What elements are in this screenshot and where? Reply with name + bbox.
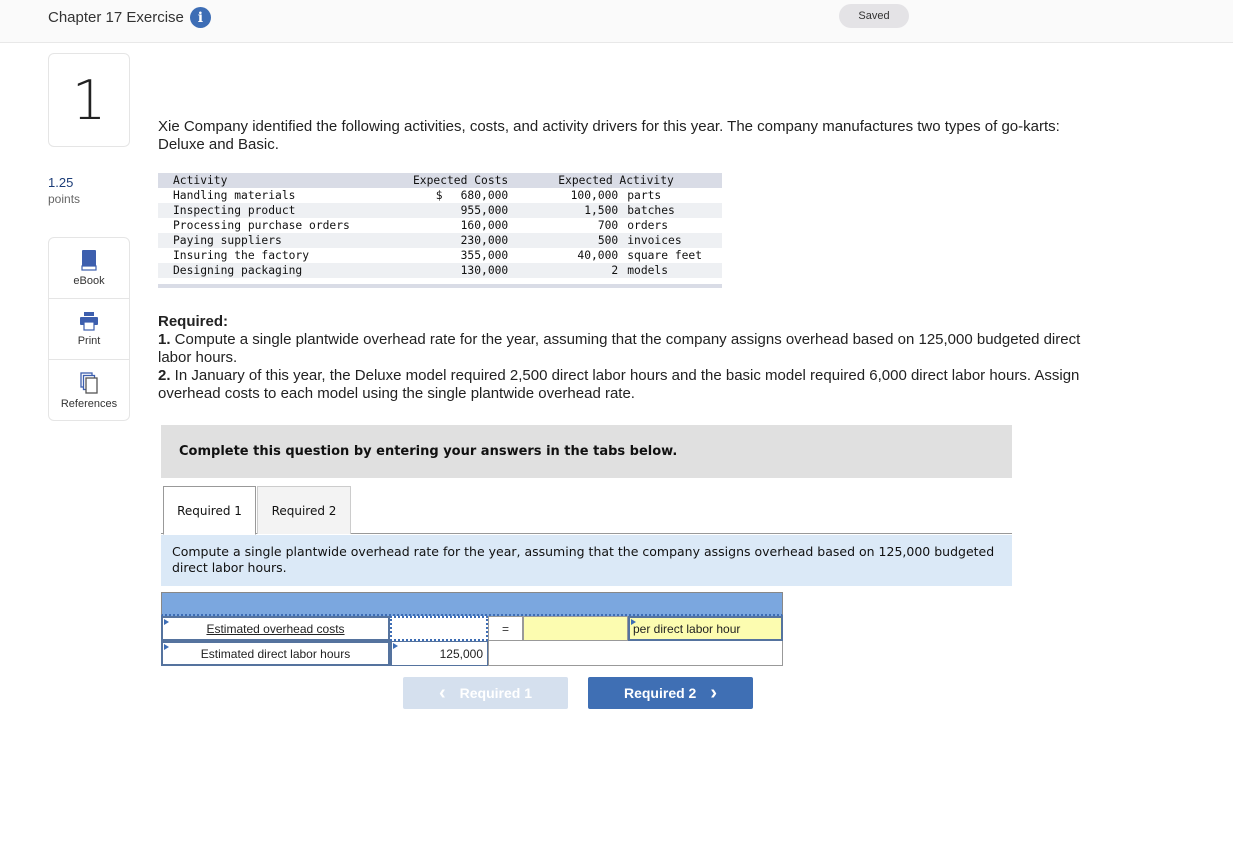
expected-activity-unit: models: [627, 264, 669, 277]
tab-prompt: Compute a single plantwide overhead rate…: [161, 535, 1012, 586]
saved-status-badge: Saved: [839, 4, 909, 28]
expected-cost: 160,000: [460, 219, 509, 232]
question-number: 1: [48, 53, 130, 147]
points-label: points: [48, 192, 81, 206]
overhead-rate-answer-input[interactable]: [523, 616, 628, 641]
expected-cost: 680,000: [460, 189, 509, 202]
points-value: 1.25: [48, 175, 74, 190]
expected-activity-unit: square feet: [627, 249, 703, 262]
expected-activity-unit: orders: [627, 219, 669, 232]
ebook-label: eBook: [73, 275, 105, 287]
activity-name: Handling materials: [173, 189, 296, 202]
estimated-direct-labor-hours-label[interactable]: Estimated direct labor hours: [161, 641, 390, 666]
assignment-title-text: Chapter 17 Exercise: [48, 9, 184, 26]
required-item-1: 1. Compute a single plantwide overhead r…: [158, 331, 1081, 366]
overhead-rate-worksheet: Estimated overhead costs = per direct la…: [161, 592, 783, 666]
estimated-overhead-costs-label[interactable]: Estimated overhead costs: [161, 616, 390, 641]
activity-cost-table: Activity Expected Costs Expected Activit…: [158, 173, 722, 288]
expected-cost: 130,000: [460, 264, 509, 277]
expected-activity-qty: 100,000: [570, 189, 619, 202]
required-item-2: 2. In January of this year, the Deluxe m…: [158, 367, 1080, 402]
tab-required-1[interactable]: Required 1: [163, 486, 256, 535]
table-row: Handling materials $ 680,000 100,000 par…: [158, 188, 722, 203]
references-button[interactable]: References: [49, 360, 129, 421]
book-icon: [81, 250, 97, 271]
currency-symbol: [413, 263, 443, 278]
activity-name: Insuring the factory: [173, 249, 310, 262]
currency-symbol: $: [435, 189, 443, 202]
activity-name: Designing packaging: [173, 264, 303, 277]
header-expected-activity: Expected Activity: [558, 174, 674, 187]
table-row: Processing purchase orders 160,000 700 o…: [158, 218, 722, 233]
ebook-button[interactable]: eBook: [49, 238, 129, 299]
worksheet-header-bar: [161, 592, 783, 616]
activity-name: Paying suppliers: [173, 234, 282, 247]
table-footer-bar: [158, 284, 722, 288]
table-row: Inspecting product 955,000 1,500 batches: [158, 203, 722, 218]
currency-symbol: [413, 248, 443, 263]
activity-name: Inspecting product: [173, 204, 296, 217]
chevron-right-icon: ›: [710, 682, 718, 704]
expected-activity-unit: invoices: [627, 234, 682, 247]
tools-panel: eBook Print References: [48, 237, 130, 421]
activity-name: Processing purchase orders: [173, 219, 350, 232]
expected-activity-unit: batches: [627, 204, 675, 217]
printer-icon: [80, 312, 98, 331]
header-expected-costs: Expected Costs: [413, 174, 509, 187]
table-row: Insuring the factory 355,000 40,000 squa…: [158, 248, 722, 263]
table-header-row: Activity Expected Costs Expected Activit…: [158, 173, 722, 188]
expected-activity-qty: 40,000: [577, 249, 619, 262]
rate-unit-label[interactable]: per direct labor hour: [628, 616, 783, 641]
previous-button-label: Required 1: [459, 685, 533, 701]
next-required-button[interactable]: Required 2 ›: [588, 677, 753, 709]
currency-symbol: [413, 233, 443, 248]
print-label: Print: [77, 335, 101, 347]
expected-cost: 355,000: [460, 249, 509, 262]
chevron-left-icon: ‹: [438, 682, 446, 704]
expected-activity-qty: 500: [597, 234, 619, 247]
required-section: Required: 1. Compute a single plantwide …: [158, 313, 1098, 403]
currency-symbol: [413, 218, 443, 233]
estimated-overhead-costs-input[interactable]: [390, 616, 488, 641]
previous-required-button[interactable]: ‹ Required 1: [403, 677, 568, 709]
table-row: Designing packaging 130,000 2 models: [158, 263, 722, 278]
expected-activity-qty: 2: [611, 264, 619, 277]
required-heading: Required:: [158, 313, 229, 330]
assignment-title: Chapter 17 Exercise i: [48, 7, 211, 28]
documents-icon: [80, 371, 98, 394]
expected-cost: 955,000: [460, 204, 509, 217]
expected-activity-unit: parts: [627, 189, 662, 202]
instruction-banner: Complete this question by entering your …: [161, 425, 1012, 478]
references-label: References: [60, 397, 118, 410]
info-icon[interactable]: i: [189, 7, 211, 28]
table-row: Paying suppliers 230,000 500 invoices: [158, 233, 722, 248]
print-button[interactable]: Print: [49, 299, 129, 360]
next-button-label: Required 2: [623, 685, 697, 701]
answer-tabs: Required 1 Required 2: [161, 486, 1012, 535]
worksheet-row-overhead: Estimated overhead costs = per direct la…: [161, 616, 783, 641]
currency-symbol: [413, 203, 443, 218]
expected-cost: 230,000: [460, 234, 509, 247]
empty-cell: [488, 641, 783, 666]
expected-activity-qty: 700: [597, 219, 619, 232]
estimated-direct-labor-hours-value[interactable]: 125,000: [390, 641, 488, 666]
top-bar: Chapter 17 Exercise i Saved: [0, 0, 1233, 43]
problem-intro: Xie Company identified the following act…: [158, 118, 1060, 153]
equals-sign: =: [488, 616, 523, 641]
worksheet-row-labor-hours: Estimated direct labor hours 125,000: [161, 641, 783, 666]
header-activity: Activity: [173, 174, 228, 187]
tab-required-2[interactable]: Required 2: [257, 486, 351, 534]
expected-activity-qty: 1,500: [584, 204, 619, 217]
